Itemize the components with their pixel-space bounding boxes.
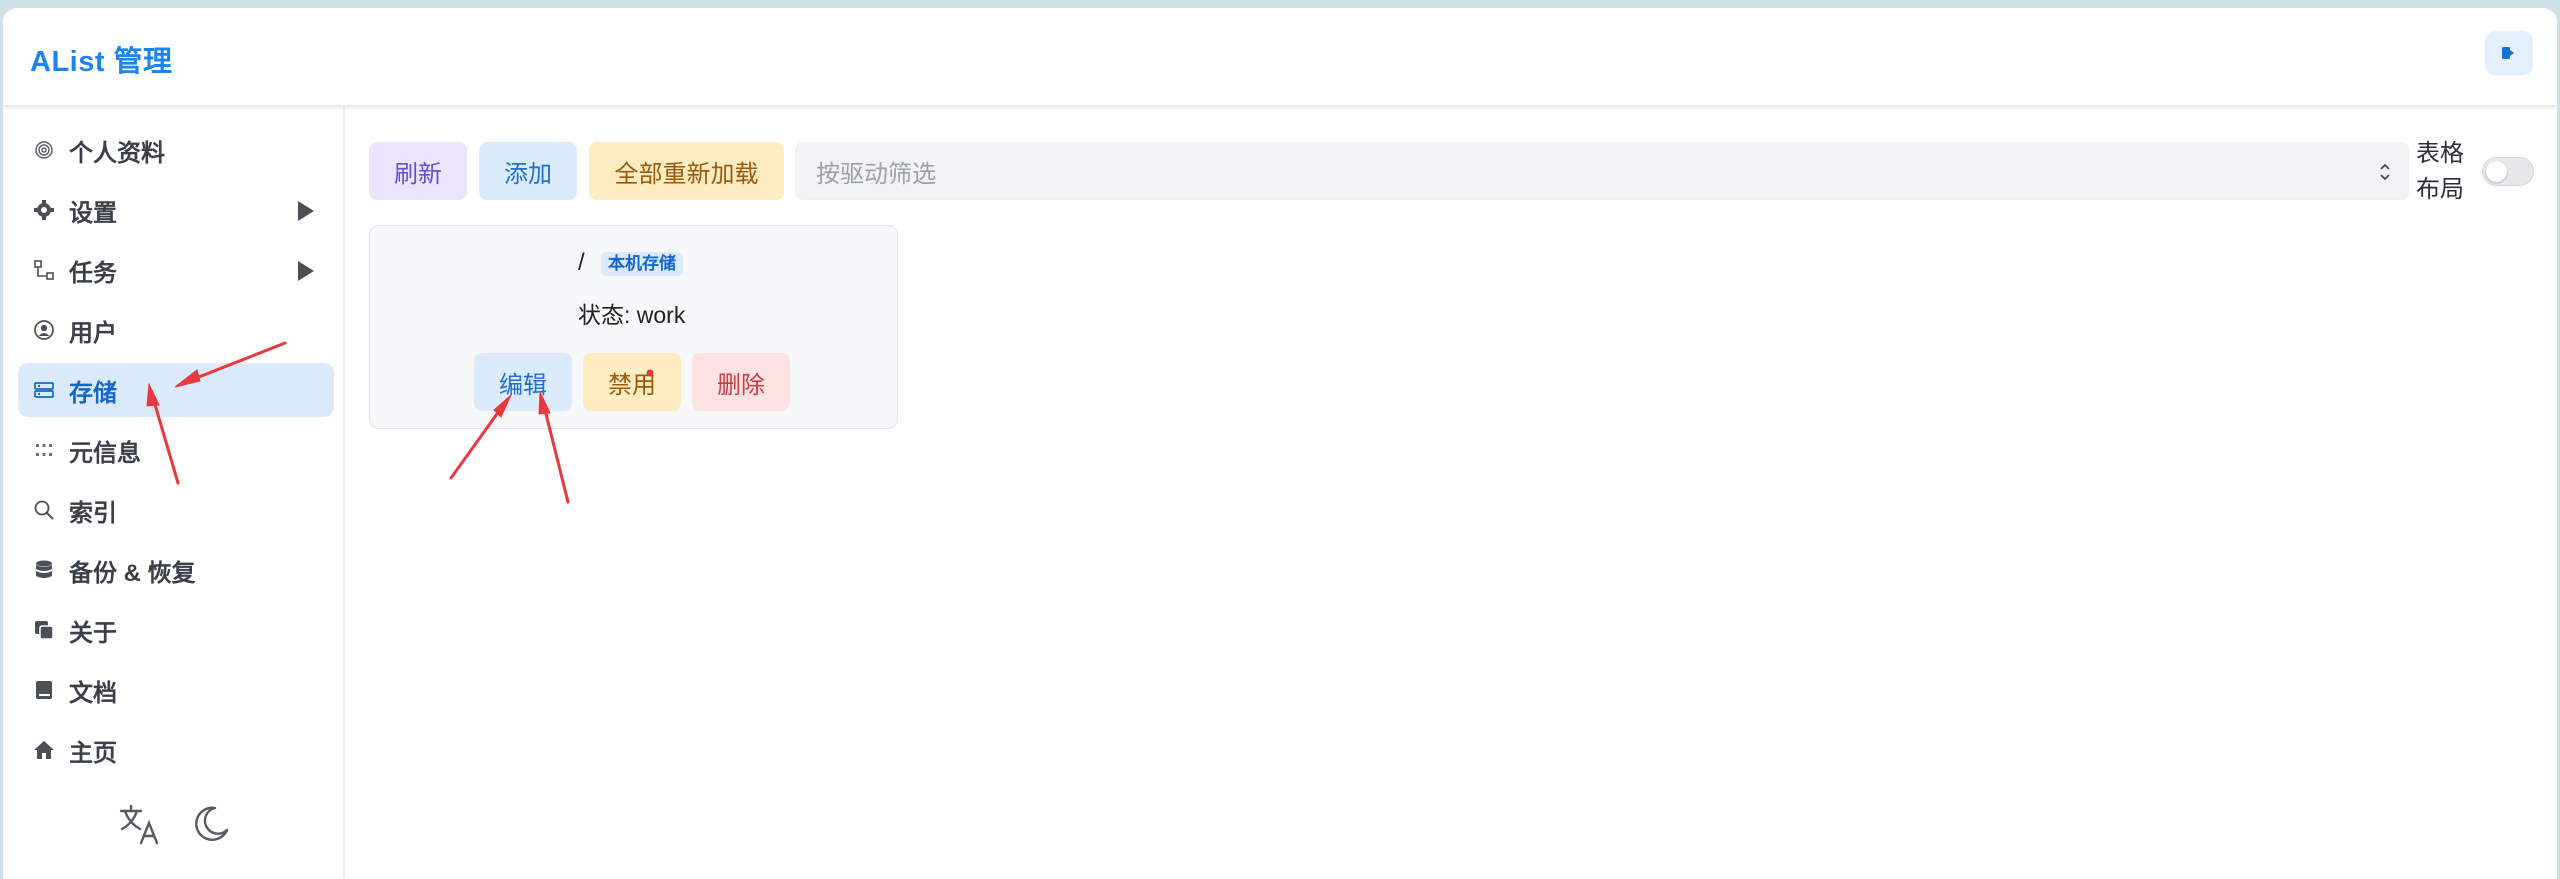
sidebar-item-index[interactable]: 索引 xyxy=(18,483,334,537)
sidebar-item-backup[interactable]: 备份 & 恢复 xyxy=(18,543,334,597)
moon-icon[interactable] xyxy=(189,802,233,846)
mount-path: / xyxy=(578,249,585,276)
logout-icon xyxy=(2502,47,2514,59)
refresh-button[interactable]: 刷新 xyxy=(369,142,467,200)
sidebar-item-about[interactable]: 关于 xyxy=(18,603,334,657)
sidebar-item-label: 用户 xyxy=(69,319,117,347)
select-arrows-icon xyxy=(2378,160,2392,189)
tasks-icon xyxy=(33,259,55,281)
sidebar-footer xyxy=(3,796,343,856)
sidebar-item-label: 设置 xyxy=(69,199,117,227)
table-layout-switch[interactable] xyxy=(2482,157,2534,186)
fingerprint-icon xyxy=(33,139,55,161)
sidebar-item-storage[interactable]: 存储 xyxy=(18,363,334,417)
sidebar-item-profile[interactable]: 个人资料 xyxy=(18,123,334,177)
sidebar-item-home[interactable]: 主页 xyxy=(18,723,334,777)
sidebar-item-tasks[interactable]: 任务 xyxy=(18,243,334,297)
storage-icon xyxy=(33,379,55,401)
translate-icon[interactable] xyxy=(118,802,162,846)
sidebar-item-label: 索引 xyxy=(69,499,117,527)
sidebar-item-settings[interactable]: 设置 xyxy=(18,183,334,237)
filter-placeholder: 按驱动筛选 xyxy=(816,160,936,188)
sidebar-item-docs[interactable]: 文档 xyxy=(18,663,334,717)
sidebar-item-label: 主页 xyxy=(69,739,117,767)
sidebar-item-label: 备份 & 恢复 xyxy=(69,559,196,587)
sidebar-item-label: 元信息 xyxy=(69,439,141,467)
home-icon xyxy=(33,739,55,761)
disable-button[interactable]: 禁用 xyxy=(583,353,681,411)
app-window: AList 管理 个人资料 设置 任务 用户 存储 元信息 索引 备份 & 恢复… xyxy=(3,8,2557,879)
main-content: 刷新 添加 全部重新加载 按驱动筛选 表格布局 / 本机存储 状态: work … xyxy=(345,106,2557,879)
search-icon xyxy=(33,499,55,521)
storage-status: 状态: work xyxy=(578,302,686,328)
driver-badge: 本机存储 xyxy=(601,252,683,276)
sidebar-item-meta[interactable]: 元信息 xyxy=(18,423,334,477)
sidebar-item-label: 存储 xyxy=(69,379,117,407)
driver-filter-select[interactable]: 按驱动筛选 xyxy=(795,142,2409,200)
table-layout-label: 表格布局 xyxy=(2416,140,2464,203)
delete-button[interactable]: 删除 xyxy=(692,353,790,411)
sidebar-item-label: 个人资料 xyxy=(69,139,165,167)
sidebar-item-label: 关于 xyxy=(69,619,117,647)
app-title[interactable]: AList 管理 xyxy=(30,38,173,80)
meta-icon xyxy=(33,439,55,461)
logout-button[interactable] xyxy=(2485,31,2533,75)
chevron-right-icon[interactable] xyxy=(298,201,314,221)
top-header: AList 管理 xyxy=(3,8,2557,105)
sidebar-item-users[interactable]: 用户 xyxy=(18,303,334,357)
edit-button[interactable]: 编辑 xyxy=(474,353,572,411)
sidebar: 个人资料 设置 任务 用户 存储 元信息 索引 备份 & 恢复 关于 文档 主页 xyxy=(3,106,345,879)
switch-knob xyxy=(2486,161,2507,182)
sidebar-item-label: 任务 xyxy=(69,259,117,287)
gear-icon xyxy=(33,199,55,221)
database-icon xyxy=(33,559,55,581)
book-icon xyxy=(33,679,55,701)
copy-icon xyxy=(33,619,55,641)
reload-all-button[interactable]: 全部重新加载 xyxy=(589,142,784,200)
add-storage-button[interactable]: 添加 xyxy=(479,142,577,200)
sidebar-item-label: 文档 xyxy=(69,679,117,707)
chevron-right-icon[interactable] xyxy=(298,261,314,281)
user-icon xyxy=(33,319,55,341)
storage-card: / 本机存储 状态: work 编辑 禁用 删除 xyxy=(369,225,898,429)
